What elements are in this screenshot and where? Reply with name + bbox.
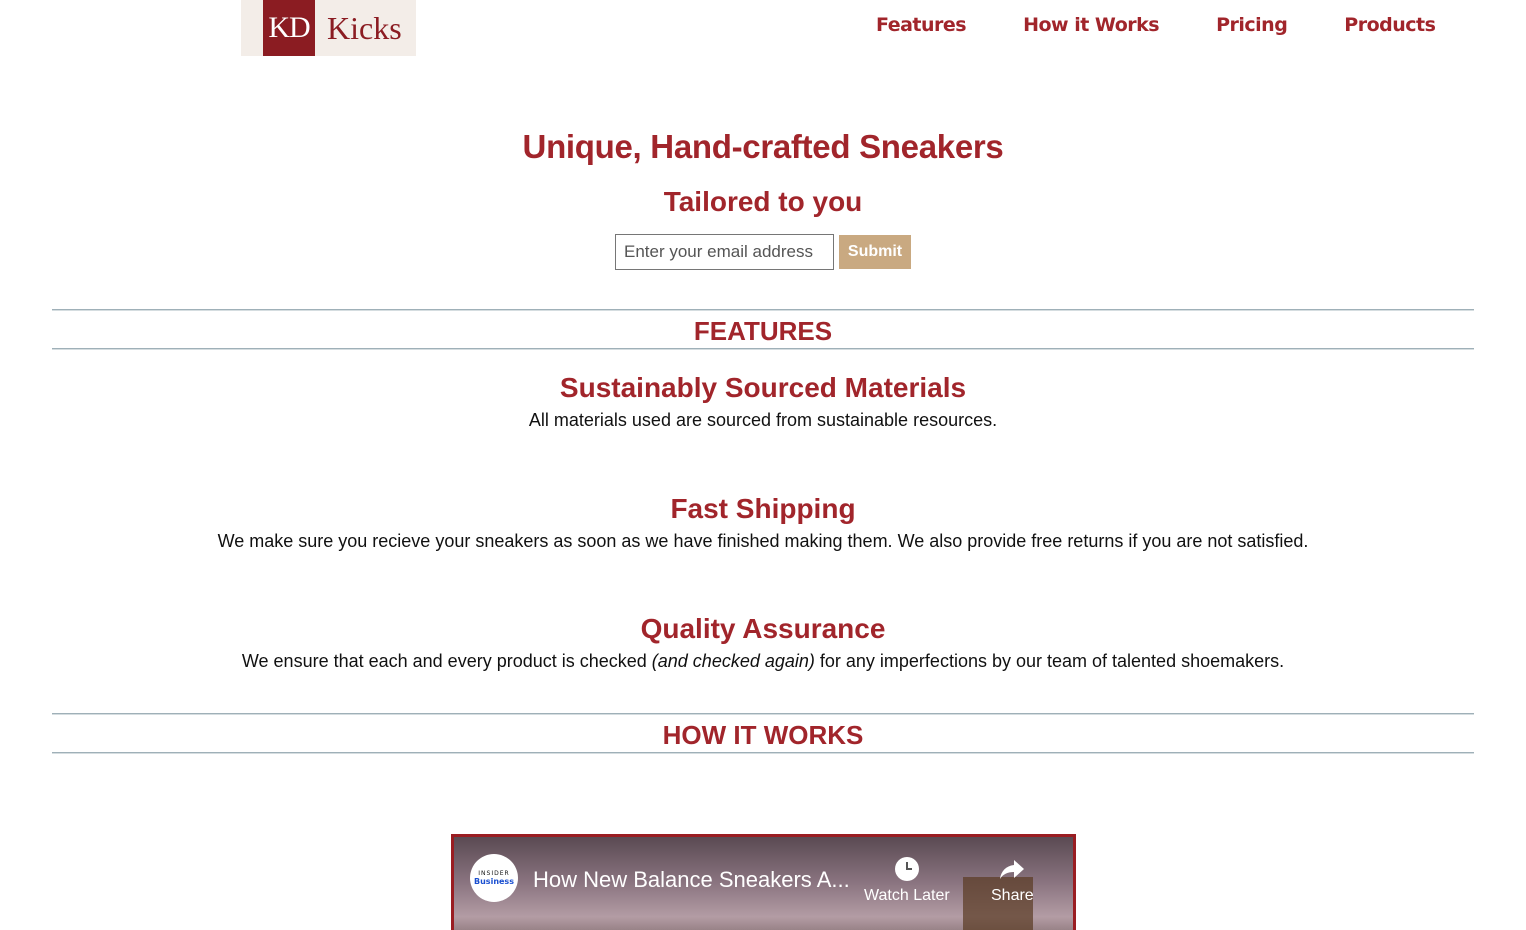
watch-later-label: Watch Later xyxy=(864,887,950,904)
feature-title: Quality Assurance xyxy=(640,613,886,644)
feature-description: All materials used are sourced from sust… xyxy=(528,410,998,430)
how-it-works-heading: HOW IT WORKS xyxy=(662,720,864,750)
feature-title: Sustainably Sourced Materials xyxy=(559,372,967,403)
share-label: Share xyxy=(991,887,1034,904)
section-divider-bottom xyxy=(52,348,1474,350)
hero-title: Unique, Hand-crafted Sneakers xyxy=(522,128,1004,165)
video-title[interactable]: How New Balance Sneakers A... xyxy=(533,867,850,893)
channel-name-line2: Business xyxy=(474,877,514,886)
watch-later-button[interactable]: Watch Later xyxy=(864,857,950,905)
logo-text: Kicks xyxy=(327,9,402,46)
share-icon xyxy=(1000,860,1025,879)
feature-description-text: for any imperfections by our team of tal… xyxy=(814,651,1285,671)
feature-description-text: We ensure that each and every product is… xyxy=(241,651,652,671)
feature-description: We ensure that each and every product is… xyxy=(0,651,1526,672)
section-divider-bottom xyxy=(52,752,1474,754)
nav-link-pricing[interactable]: Pricing xyxy=(1216,14,1288,36)
feature-description-emphasis: (and checked again) xyxy=(651,651,815,671)
share-button[interactable]: Share xyxy=(991,857,1034,905)
nav-link-products[interactable]: Products xyxy=(1344,14,1436,36)
logo[interactable]: KD Kicks xyxy=(241,0,416,56)
video-embed[interactable]: INSIDER Business How New Balance Sneaker… xyxy=(451,834,1076,930)
nav-link-how-it-works[interactable]: How it Works xyxy=(1023,14,1159,36)
main-nav: Features How it Works Pricing Products xyxy=(876,14,1436,36)
section-divider-top xyxy=(52,713,1474,715)
feature-title: Fast Shipping xyxy=(670,493,856,524)
email-input[interactable] xyxy=(615,234,834,270)
features-heading: FEATURES xyxy=(693,316,833,346)
email-form: Submit xyxy=(615,234,911,270)
hero-subtitle: Tailored to you xyxy=(663,186,863,217)
page: KD Kicks Features How it Works Pricing P… xyxy=(0,0,1526,930)
section-divider-top xyxy=(52,309,1474,311)
nav-link-features[interactable]: Features xyxy=(876,14,967,36)
clock-icon xyxy=(894,857,919,881)
submit-button[interactable]: Submit xyxy=(839,235,911,269)
feature-description: We make sure you recieve your sneakers a… xyxy=(217,531,1309,551)
logo-mark: KD xyxy=(263,0,315,56)
channel-avatar[interactable]: INSIDER Business xyxy=(470,854,518,902)
channel-name-line1: INSIDER xyxy=(478,870,510,877)
